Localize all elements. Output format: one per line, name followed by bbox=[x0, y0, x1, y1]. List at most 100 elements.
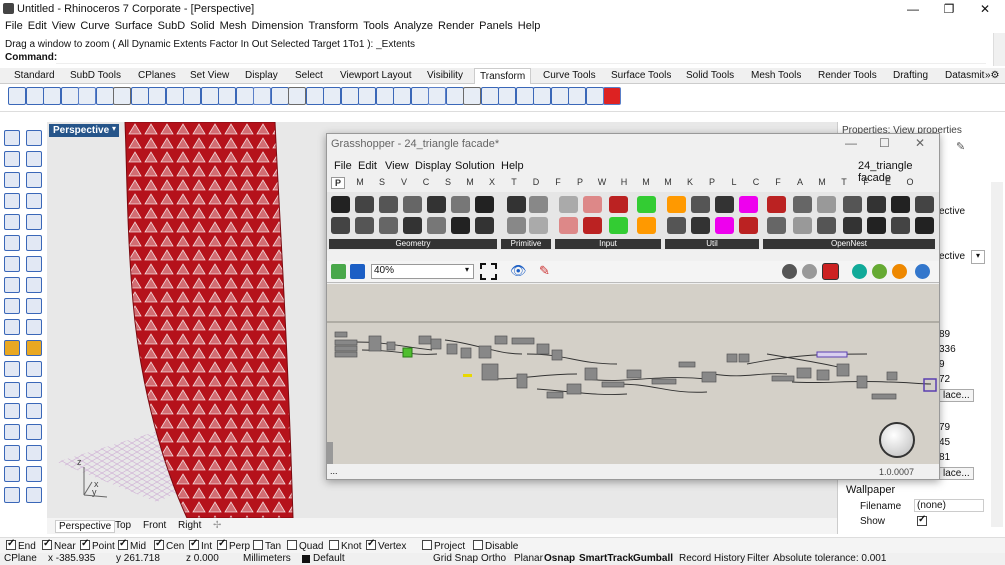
point-tool-icon[interactable] bbox=[26, 130, 42, 146]
gh-component-icon-11-0[interactable] bbox=[609, 196, 628, 213]
osnap-project-checkbox[interactable] bbox=[422, 540, 432, 550]
gh-component-icon-2-0[interactable] bbox=[379, 196, 398, 213]
gh-tab-10[interactable]: F bbox=[551, 177, 565, 187]
preview-color-icon[interactable] bbox=[892, 264, 907, 279]
gh-tab-19[interactable]: C bbox=[749, 177, 763, 187]
menu-dimension[interactable]: Dimension bbox=[252, 19, 304, 33]
preview-mesh-icon[interactable] bbox=[852, 264, 867, 279]
gh-component-icon-2-1[interactable] bbox=[379, 217, 398, 234]
viewport-label[interactable]: Perspective bbox=[49, 124, 114, 137]
osnap-quad[interactable]: Quad bbox=[287, 540, 323, 552]
copy-tool-icon[interactable] bbox=[25, 87, 44, 105]
gh-tab-22[interactable]: M bbox=[815, 177, 829, 187]
status-cplane[interactable]: CPlane bbox=[4, 553, 37, 565]
gumball-tool-icon[interactable] bbox=[410, 87, 429, 105]
command-input[interactable] bbox=[56, 52, 986, 64]
osnap-perp[interactable]: Perp bbox=[217, 538, 250, 552]
gh-component-icon-5-1[interactable] bbox=[451, 217, 470, 234]
osnap-disable-checkbox[interactable] bbox=[473, 540, 483, 550]
gh-component-icon-23-0[interactable] bbox=[915, 196, 934, 213]
status-units[interactable]: Millimeters bbox=[243, 553, 291, 565]
gh-component-icon-20-0[interactable] bbox=[843, 196, 862, 213]
fill-tool-icon[interactable] bbox=[26, 487, 42, 503]
align-tool-icon[interactable] bbox=[130, 87, 149, 105]
status-filter[interactable]: Filter bbox=[747, 553, 769, 565]
array-srf-tool-icon[interactable] bbox=[305, 87, 324, 105]
gh-tab-6[interactable]: M bbox=[463, 177, 477, 187]
array-linear-tool-icon[interactable] bbox=[515, 87, 534, 105]
gh-component-icon-18-0[interactable] bbox=[793, 196, 812, 213]
tab-set-view[interactable]: Set View bbox=[185, 68, 234, 84]
sphere-tool-icon[interactable] bbox=[26, 235, 42, 251]
cylinder-tool-icon[interactable] bbox=[4, 256, 20, 272]
minimize-button[interactable]: — bbox=[898, 0, 928, 19]
place-button-2[interactable]: lace... bbox=[939, 467, 974, 480]
status-record-history[interactable]: Record History bbox=[679, 553, 745, 565]
gh-component-icon-13-1[interactable] bbox=[667, 217, 686, 234]
gh-menu-file[interactable]: File bbox=[334, 160, 352, 172]
gh-maximize-button[interactable]: ☐ bbox=[879, 136, 890, 150]
gh-close-button[interactable]: ✕ bbox=[915, 136, 925, 150]
dimension-tool-icon[interactable] bbox=[26, 340, 42, 356]
boolean-tool-icon[interactable] bbox=[26, 256, 42, 272]
save-file-icon[interactable] bbox=[350, 264, 365, 279]
tab-standard[interactable]: Standard bbox=[9, 68, 60, 84]
menu-mesh[interactable]: Mesh bbox=[220, 19, 247, 33]
gh-canvas[interactable] bbox=[327, 284, 939, 464]
pen-icon[interactable]: ✎ bbox=[956, 140, 965, 153]
group-input[interactable]: Input bbox=[555, 239, 661, 249]
gh-tab-16[interactable]: K bbox=[683, 177, 697, 187]
menu-solid[interactable]: Solid bbox=[190, 19, 214, 33]
osnap-vertex-checkbox[interactable] bbox=[366, 538, 376, 550]
gh-menu-help[interactable]: Help bbox=[501, 160, 524, 172]
menu-edit[interactable]: Edit bbox=[28, 19, 47, 33]
gh-component-icon-14-0[interactable] bbox=[691, 196, 710, 213]
osnap-knot[interactable]: Knot bbox=[329, 540, 362, 552]
gh-component-icon-14-1[interactable] bbox=[691, 217, 710, 234]
menu-curve[interactable]: Curve bbox=[80, 19, 109, 33]
cage-tool-icon[interactable] bbox=[26, 445, 42, 461]
preview-wire-icon[interactable] bbox=[802, 264, 817, 279]
tab-cplanes[interactable]: CPlanes bbox=[133, 68, 181, 84]
gh-component-icon-21-1[interactable] bbox=[867, 217, 886, 234]
array-polar-tool-icon[interactable] bbox=[270, 87, 289, 105]
gh-component-icon-3-0[interactable] bbox=[403, 196, 422, 213]
menu-render[interactable]: Render bbox=[438, 19, 474, 33]
hatch-tool-icon[interactable] bbox=[4, 361, 20, 377]
gh-component-icon-15-1[interactable] bbox=[715, 217, 734, 234]
render-tool-icon[interactable] bbox=[26, 403, 42, 419]
gh-component-icon-22-1[interactable] bbox=[891, 217, 910, 234]
gh-component-icon-6-0[interactable] bbox=[475, 196, 494, 213]
status-layer[interactable]: Default bbox=[313, 553, 345, 565]
gh-component-icon-9-0[interactable] bbox=[559, 196, 578, 213]
tab-render-tools[interactable]: Render Tools bbox=[813, 68, 882, 84]
orient-srf-tool-icon[interactable] bbox=[498, 87, 516, 105]
gh-tab-20[interactable]: F bbox=[771, 177, 785, 187]
project-to-tool-icon[interactable] bbox=[375, 87, 394, 105]
maximize-button[interactable]: ❐ bbox=[934, 0, 964, 19]
preview-quality-icon[interactable] bbox=[872, 264, 887, 279]
tab-overflow-icon[interactable]: »⚙ bbox=[985, 70, 1000, 81]
analyze-tool-icon[interactable] bbox=[26, 424, 42, 440]
status-planar[interactable]: Planar bbox=[514, 553, 543, 565]
gh-menu-view[interactable]: View bbox=[385, 160, 409, 172]
gh-tab-23[interactable]: T bbox=[837, 177, 851, 187]
array-tool-icon[interactable] bbox=[95, 87, 114, 105]
gh-tab-0[interactable]: P bbox=[331, 177, 345, 189]
checkmark-tool-icon[interactable] bbox=[4, 487, 20, 503]
gh-navigation-widget[interactable] bbox=[879, 422, 915, 458]
menu-tools[interactable]: Tools bbox=[363, 19, 389, 33]
gh-component-icon-5-0[interactable] bbox=[451, 196, 470, 213]
bend-tool-icon[interactable] bbox=[183, 87, 201, 105]
osnap-near-checkbox[interactable] bbox=[42, 538, 52, 550]
canvas-scroll-handle[interactable] bbox=[327, 442, 333, 464]
gh-tab-18[interactable]: L bbox=[727, 177, 741, 187]
array-curve-tool-icon[interactable] bbox=[288, 87, 306, 105]
flow-srf-tool-icon[interactable] bbox=[445, 87, 464, 105]
gh-component-icon-6-1[interactable] bbox=[475, 217, 494, 234]
group-geometry[interactable]: Geometry bbox=[329, 239, 497, 249]
zoom-extents-icon[interactable] bbox=[480, 263, 497, 280]
gh-component-icon-20-1[interactable] bbox=[843, 217, 862, 234]
filename-field[interactable]: (none) bbox=[914, 499, 984, 512]
menu-surface[interactable]: Surface bbox=[115, 19, 153, 33]
